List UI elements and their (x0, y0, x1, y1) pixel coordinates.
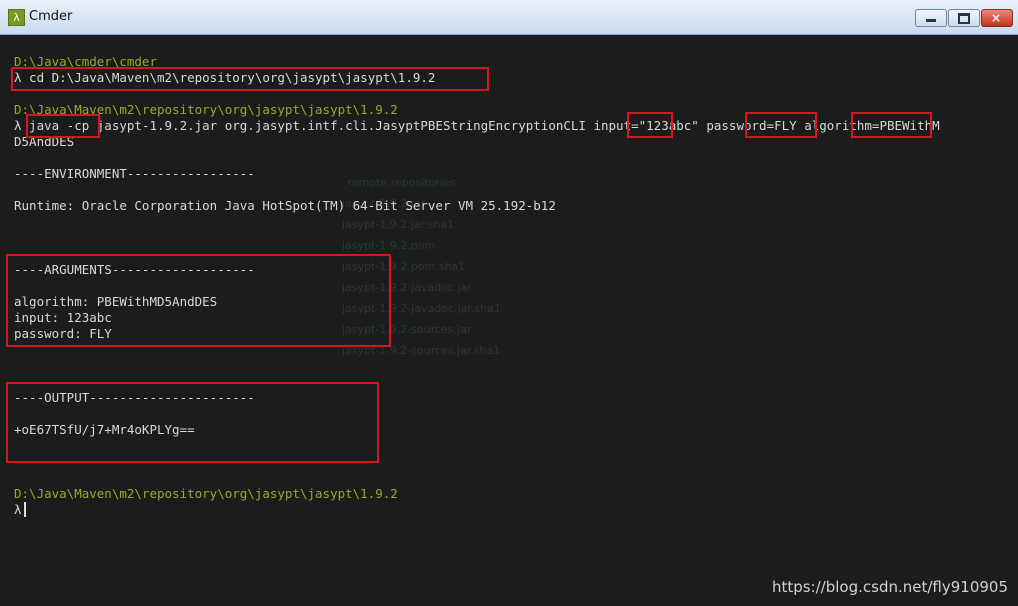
maximize-icon (958, 13, 970, 24)
watermark-text: https://blog.csdn.net/fly910905 (771, 578, 1008, 596)
current-prompt[interactable]: λ (14, 502, 26, 518)
runtime-info: Runtime: Oracle Corporation Java HotSpot… (14, 198, 556, 213)
prompt-path: D:\Java\Maven\m2\repository\org\jasypt\j… (14, 102, 398, 117)
command-line: λ cd D:\Java\Maven\m2\repository\org\jas… (14, 70, 436, 85)
arguments-header: ----ARGUMENTS------------------- (14, 262, 255, 277)
argument-password: password: FLY (14, 326, 112, 341)
output-value: +oE67TSfU/j7+Mr4oKPLYg== (14, 422, 195, 437)
title-bar[interactable]: λ Cmder × (0, 0, 1018, 35)
environment-header: ----ENVIRONMENT----------------- (14, 166, 255, 181)
prompt-path: D:\Java\Maven\m2\repository\org\jasypt\j… (14, 486, 398, 501)
minimize-icon (926, 19, 936, 22)
close-icon: × (991, 11, 1002, 25)
argument-input: input: 123abc (14, 310, 112, 325)
window-title: Cmder (29, 9, 73, 24)
cmder-lambda-icon: λ (8, 9, 25, 26)
command-line: λ java -cp jasypt-1.9.2.jar org.jasypt.i… (14, 118, 940, 133)
maximize-button[interactable] (948, 9, 980, 27)
close-button[interactable]: × (981, 9, 1013, 27)
argument-algorithm: algorithm: PBEWithMD5AndDES (14, 294, 218, 309)
prompt-path: D:\Java\cmder\cmder (14, 54, 157, 69)
prompt-symbol: λ (14, 502, 22, 517)
text-cursor (23, 502, 26, 517)
cmder-window: λ Cmder × _remote.repositories jasypt-1.… (0, 0, 1018, 606)
minimize-button[interactable] (915, 9, 947, 27)
terminal-area[interactable]: D:\Java\cmder\cmder λ cd D:\Java\Maven\m… (0, 35, 1018, 606)
output-header: ----OUTPUT---------------------- (14, 390, 255, 405)
command-line-wrap: D5AndDES (14, 134, 75, 149)
